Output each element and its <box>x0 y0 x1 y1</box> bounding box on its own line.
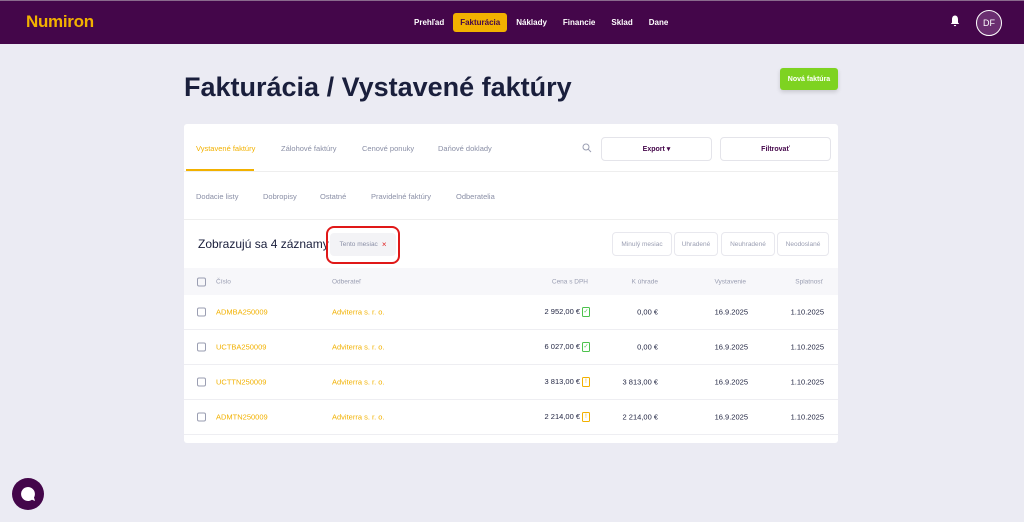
col-vystavenie[interactable]: Vystavenie <box>714 278 746 285</box>
due-amount: 0,00 € <box>637 307 658 317</box>
tab-pravidelne[interactable]: Pravidelné faktúry <box>371 192 431 201</box>
nav-financie[interactable]: Financie <box>556 13 602 32</box>
customer-name[interactable]: Adviterra s. r. o. <box>332 378 385 387</box>
table-row[interactable]: UCTBA250009 Adviterra s. r. o. 6 027,00 … <box>184 330 838 365</box>
paid-status-icon: ✓ <box>582 307 590 318</box>
col-odberatel[interactable]: Odberateľ <box>332 278 361 285</box>
active-tab-indicator <box>186 169 254 171</box>
issue-date: 16.9.2025 <box>714 377 748 387</box>
customer-name[interactable]: Adviterra s. r. o. <box>332 413 385 422</box>
main-nav: Prehľad Fakturácia Náklady Financie Skla… <box>407 13 675 32</box>
invoices-card: Vystavené faktúry Zálohové faktúry Cenov… <box>184 124 838 443</box>
customer-name[interactable]: Adviterra s. r. o. <box>332 343 385 352</box>
price: 3 813,00 € <box>544 376 580 386</box>
bell-icon[interactable] <box>950 15 960 27</box>
paid-status-icon: ✓ <box>582 342 590 353</box>
price: 2 214,00 € <box>544 411 580 421</box>
search-icon[interactable] <box>582 143 592 153</box>
col-cislo[interactable]: Číslo <box>216 278 231 285</box>
due-amount: 2 214,00 € <box>622 412 658 422</box>
avatar[interactable]: DF <box>976 10 1002 36</box>
filter-uhradene[interactable]: Uhradené <box>674 232 718 256</box>
row-checkbox[interactable] <box>197 307 206 317</box>
unpaid-status-icon: ! <box>582 377 590 388</box>
export-button[interactable]: Export ▾ <box>601 137 712 161</box>
price-cell: 2 214,00 €! <box>544 411 590 423</box>
filter-neuhradene[interactable]: Neuhradené <box>721 232 775 256</box>
issue-date: 16.9.2025 <box>714 307 748 317</box>
select-all-checkbox[interactable] <box>197 277 206 286</box>
price: 6 027,00 € <box>544 341 580 351</box>
table-header: Číslo Odberateľ Cena s DPH K úhrade Vyst… <box>184 268 838 295</box>
nav-prehlad[interactable]: Prehľad <box>407 13 451 32</box>
tab-ostatne[interactable]: Ostatné <box>320 192 346 201</box>
row-checkbox[interactable] <box>197 377 206 387</box>
invoice-number[interactable]: UCTTN250009 <box>216 378 266 387</box>
invoice-number[interactable]: UCTBA250009 <box>216 343 266 352</box>
record-count: Zobrazujú sa 4 záznamy <box>198 237 329 251</box>
price-cell: 6 027,00 € ✓ <box>544 341 590 353</box>
table-row[interactable]: ADMTN250009 Adviterra s. r. o. 2 214,00 … <box>184 400 838 435</box>
maturity-date: 1.10.2025 <box>790 412 824 422</box>
tabs-row-1: Vystavené faktúry Zálohové faktúry Cenov… <box>184 124 838 172</box>
maturity-date: 1.10.2025 <box>790 307 824 317</box>
filter-minuly-mesiac[interactable]: Minulý mesiac <box>612 232 672 256</box>
customer-name[interactable]: Adviterra s. r. o. <box>332 308 385 317</box>
price-cell: 3 813,00 €! <box>544 376 590 388</box>
price: 2 952,00 € <box>544 306 580 316</box>
issue-date: 16.9.2025 <box>714 342 748 352</box>
invoice-number[interactable]: ADMTN250009 <box>216 413 268 422</box>
tabs-row-2: Dodacie listy Dobropisy Ostatné Pravidel… <box>184 172 838 220</box>
chat-button[interactable] <box>12 478 44 510</box>
nav-fakturacia[interactable]: Fakturácia <box>453 13 508 32</box>
maturity-date: 1.10.2025 <box>790 342 824 352</box>
col-splatnost[interactable]: Splatnosť <box>795 278 823 285</box>
tab-cenove-ponuky[interactable]: Cenové ponuky <box>362 144 414 153</box>
highlight-annotation <box>326 226 400 264</box>
tab-danove-doklady[interactable]: Daňové doklady <box>438 144 492 153</box>
filter-button[interactable]: Filtrovať <box>720 137 831 161</box>
row-checkbox[interactable] <box>197 412 206 422</box>
table-row[interactable]: UCTTN250009 Adviterra s. r. o. 3 813,00 … <box>184 365 838 400</box>
tab-vystavene[interactable]: Vystavené faktúry <box>196 144 255 153</box>
due-amount: 3 813,00 € <box>622 377 658 387</box>
price-cell: 2 952,00 € ✓ <box>544 306 590 318</box>
nav-sklad[interactable]: Sklad <box>604 13 639 32</box>
col-k-uhrade[interactable]: K úhrade <box>632 278 658 285</box>
nav-naklady[interactable]: Náklady <box>509 13 554 32</box>
tab-odberatelia[interactable]: Odberatelia <box>456 192 495 201</box>
logo[interactable]: Numiron <box>26 12 94 32</box>
filter-neodoslane[interactable]: Neodoslané <box>777 232 829 256</box>
issue-date: 16.9.2025 <box>714 412 748 422</box>
invoice-number[interactable]: ADMBA250009 <box>216 308 268 317</box>
row-checkbox[interactable] <box>197 342 206 352</box>
table-row[interactable]: ADMBA250009 Adviterra s. r. o. 2 952,00 … <box>184 295 838 330</box>
top-bar: Numiron Prehľad Fakturácia Náklady Finan… <box>0 0 1024 44</box>
new-invoice-button[interactable]: Nová faktúra <box>780 68 838 90</box>
chat-icon <box>21 487 35 501</box>
col-cena[interactable]: Cena s DPH <box>552 278 588 285</box>
tab-zalohove[interactable]: Zálohové faktúry <box>281 144 336 153</box>
maturity-date: 1.10.2025 <box>790 377 824 387</box>
nav-dane[interactable]: Dane <box>642 13 676 32</box>
unpaid-status-icon: ! <box>582 412 590 423</box>
due-amount: 0,00 € <box>637 342 658 352</box>
tab-dobropisy[interactable]: Dobropisy <box>263 192 297 201</box>
tab-dodacie-listy[interactable]: Dodacie listy <box>196 192 239 201</box>
page-title: Fakturácia / Vystavené faktúry <box>184 72 572 102</box>
